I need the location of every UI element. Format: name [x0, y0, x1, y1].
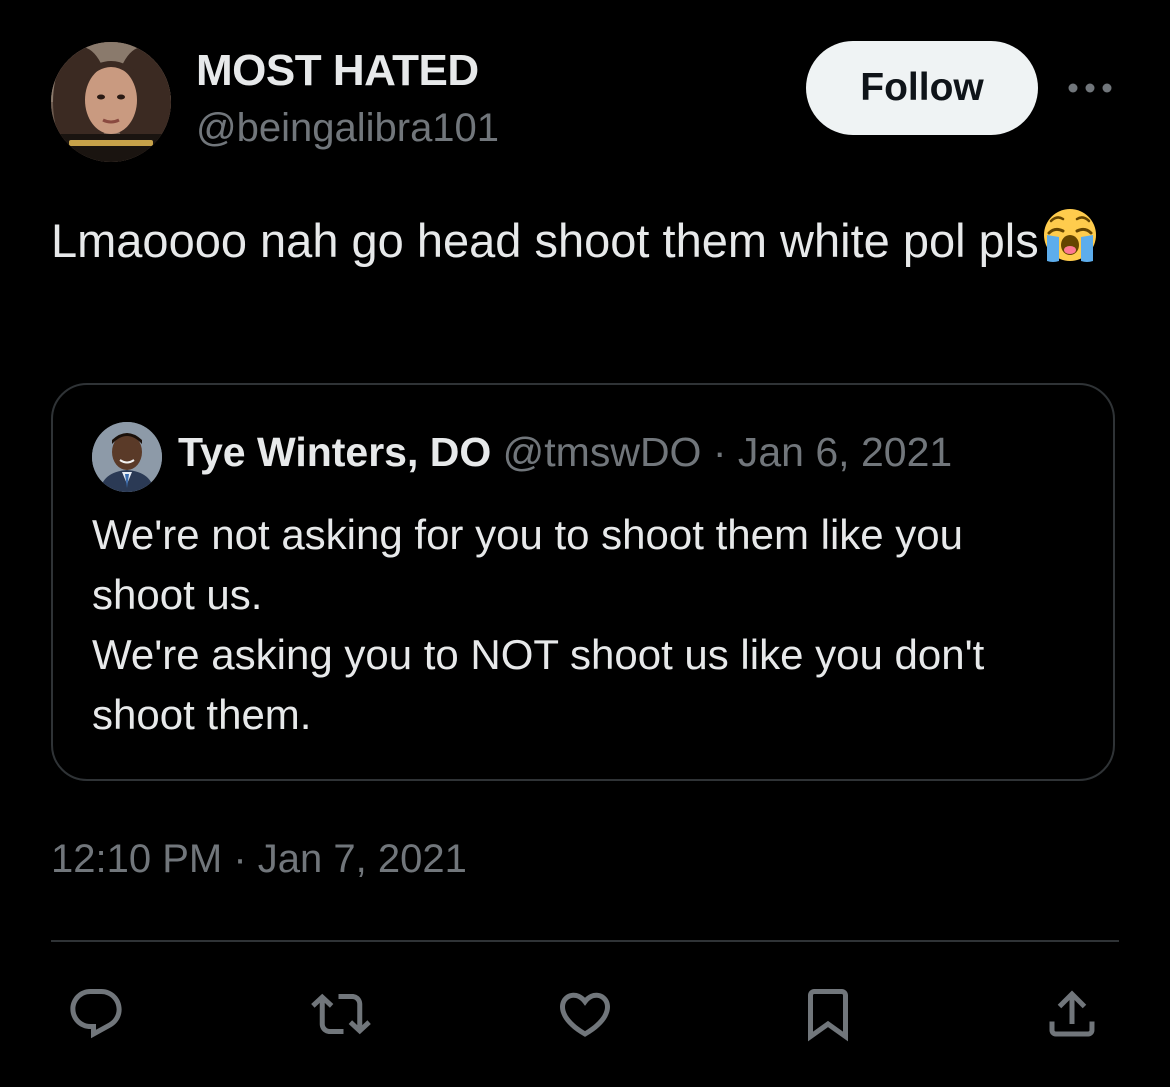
author-display-name[interactable]: MOST HATED: [196, 46, 479, 96]
quoted-tweet[interactable]: Tye Winters, DO @tmswDO · Jan 6, 2021 We…: [51, 383, 1115, 781]
reply-icon[interactable]: [64, 982, 128, 1046]
tweet-text: Lmaoooo nah go head shoot them white pol…: [51, 207, 1121, 273]
divider: [51, 940, 1119, 942]
tweet-text-content: Lmaoooo nah go head shoot them white pol…: [51, 214, 1039, 267]
more-options-icon[interactable]: [1060, 68, 1120, 108]
author-avatar[interactable]: [51, 42, 171, 162]
quoted-tweet-header: Tye Winters, DO @tmswDO · Jan 6, 2021: [178, 429, 952, 476]
loudly-crying-face-icon: [1039, 207, 1101, 265]
quoted-author-avatar: [92, 422, 162, 492]
quoted-author-meta: @tmswDO · Jan 6, 2021: [502, 429, 953, 475]
quoted-tweet-line: shoot them.: [92, 691, 312, 738]
quoted-tweet-line: We're asking you to NOT shoot us like yo…: [92, 631, 985, 678]
share-icon[interactable]: [1040, 982, 1104, 1046]
retweet-icon[interactable]: [309, 982, 373, 1046]
quoted-tweet-text: We're not asking for you to shoot them l…: [92, 505, 1092, 745]
bookmark-icon[interactable]: [796, 982, 860, 1046]
follow-button[interactable]: Follow: [806, 41, 1038, 135]
quoted-author-name: Tye Winters, DO: [178, 429, 492, 475]
quoted-tweet-line: We're not asking for you to shoot them l…: [92, 511, 964, 558]
author-handle[interactable]: @beingalibra101: [196, 106, 499, 151]
tweet: MOST HATED @beingalibra101 Follow Lmaooo…: [0, 0, 1170, 1087]
tweet-timestamp[interactable]: 12:10 PM · Jan 7, 2021: [51, 837, 467, 882]
like-icon[interactable]: [553, 982, 617, 1046]
quoted-tweet-line: shoot us.: [92, 571, 263, 618]
